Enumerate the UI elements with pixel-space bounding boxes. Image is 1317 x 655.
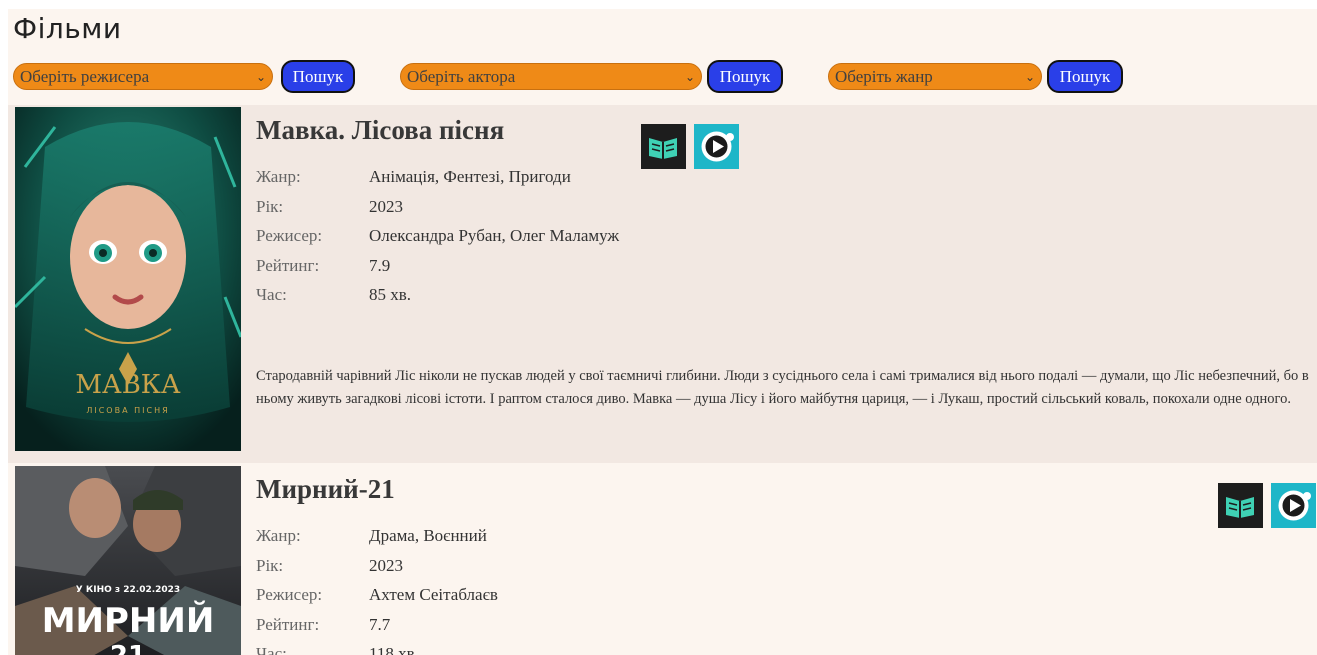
director-label: Режисер: <box>256 226 323 245</box>
rating-label: Рейтинг: <box>256 255 320 275</box>
genre-search-button[interactable]: Пошук <box>1047 60 1123 93</box>
poster-title: МАВКА <box>75 370 181 400</box>
genre-select-value: Оберіть жанр <box>835 67 933 86</box>
book-icon[interactable] <box>641 124 686 169</box>
rating-value: 7.9 <box>369 255 391 275</box>
year-value: 2023 <box>369 555 403 575</box>
genre-value: Драма, Воєнний <box>369 526 487 545</box>
year-label: Рік: <box>256 196 284 216</box>
genre-label: Жанр: <box>256 167 301 186</box>
actor-search-button[interactable]: Пошук <box>707 60 783 93</box>
movie-card: У КІНО з 22.02.2023 МИРНИЙ 21 Мирний-21 … <box>8 464 1317 655</box>
movie-poster[interactable]: У КІНО з 22.02.2023 МИРНИЙ 21 <box>15 466 241 655</box>
rating-label: Рейтинг: <box>256 614 320 634</box>
page-title: Фільми <box>13 12 122 45</box>
rating-value: 7.7 <box>369 614 391 634</box>
movie-title[interactable]: Мавка. Лісова пісня <box>256 115 504 146</box>
director-value: Ахтем Сеітаблаєв <box>369 585 498 604</box>
poster-number: 21 <box>110 641 146 655</box>
chevron-down-icon: ⌄ <box>255 70 266 84</box>
play-icon[interactable] <box>1271 483 1316 528</box>
genre-value: Анімація, Фентезі, Пригоди <box>369 167 571 186</box>
time-value: 85 хв. <box>369 285 412 304</box>
year-label: Рік: <box>256 555 284 575</box>
page: Фільми Оберіть режисера ⌄ Пошук Оберіть … <box>8 9 1317 655</box>
year-value: 2023 <box>369 196 403 216</box>
chevron-down-icon: ⌄ <box>1024 70 1035 84</box>
book-icon[interactable] <box>1218 483 1263 528</box>
filter-bar: Оберіть режисера ⌄ Пошук Оберіть актора … <box>8 60 1317 94</box>
poster-subtitle: ЛІСОВА ПІСНЯ <box>86 406 169 415</box>
director-select[interactable]: Оберіть режисера ⌄ <box>13 63 273 90</box>
chevron-down-icon: ⌄ <box>684 70 695 84</box>
actor-select-value: Оберіть актора <box>407 67 516 86</box>
time-value: 118 хв. <box>369 644 419 655</box>
director-search-button[interactable]: Пошук <box>281 60 355 93</box>
time-label: Час: <box>256 644 287 655</box>
director-select-value: Оберіть режисера <box>20 67 150 86</box>
poster-release: У КІНО з 22.02.2023 <box>76 585 180 595</box>
movie-poster[interactable]: МАВКА ЛІСОВА ПІСНЯ <box>15 107 241 451</box>
genre-label: Жанр: <box>256 526 301 545</box>
movie-card: МАВКА ЛІСОВА ПІСНЯ Мавка. Лісова пісня Ж… <box>8 105 1317 463</box>
director-label: Режисер: <box>256 585 323 604</box>
director-value: Олександра Рубан, Олег Маламуж <box>369 226 620 245</box>
time-label: Час: <box>256 285 287 304</box>
poster-title: МИРНИЙ <box>42 600 215 641</box>
play-icon[interactable] <box>694 124 739 169</box>
genre-select[interactable]: Оберіть жанр ⌄ <box>828 63 1042 90</box>
movie-description: Стародавній чарівний Ліс ніколи не пуска… <box>256 368 1309 407</box>
actor-select[interactable]: Оберіть актора ⌄ <box>400 63 702 90</box>
movie-title[interactable]: Мирний-21 <box>256 474 395 505</box>
